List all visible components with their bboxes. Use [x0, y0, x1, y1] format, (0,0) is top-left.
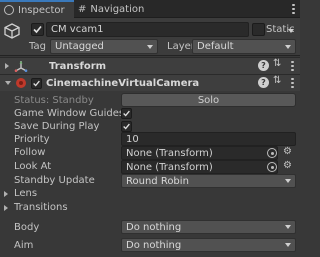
vcam-enabled-checkbox[interactable]: [31, 77, 42, 89]
chevron-down-icon: [285, 225, 291, 229]
priority-value: 10: [126, 133, 139, 145]
chevron-down-icon: [147, 44, 153, 49]
transitions-expand-icon[interactable]: [4, 205, 8, 211]
layer-value: Default: [197, 41, 234, 52]
gear-icon[interactable]: ⚙: [283, 160, 292, 171]
follow-value: None (Transform): [126, 147, 213, 159]
layer-label: Layer: [167, 41, 195, 52]
object-picker-icon[interactable]: [267, 162, 277, 172]
standby-update-label: Standby Update: [14, 175, 95, 186]
look-at-value: None (Transform): [126, 161, 213, 173]
tab-navigation[interactable]: # Navigation: [74, 0, 160, 18]
body-value: Do nothing: [126, 221, 182, 233]
preset-icon[interactable]: ⇅: [273, 58, 281, 69]
object-name-value: CM vcam1: [51, 24, 104, 35]
component-menu-icon[interactable]: [291, 78, 294, 88]
body-dropdown[interactable]: Do nothing: [121, 220, 296, 234]
gear-icon[interactable]: ⚙: [283, 146, 292, 157]
aim-label: Aim: [14, 240, 34, 251]
transform-header[interactable]: Transform: [0, 57, 300, 74]
object-picker-icon[interactable]: [267, 148, 277, 158]
component-menu-icon[interactable]: [291, 61, 294, 71]
expand-arrow-icon: [5, 63, 9, 69]
static-checkbox[interactable]: [252, 23, 265, 36]
game-window-guides-label: Game Window Guides: [14, 108, 125, 119]
tag-value: Untagged: [55, 41, 104, 52]
follow-field[interactable]: None (Transform): [121, 146, 278, 160]
transform-icon: [14, 61, 28, 72]
priority-input[interactable]: 10: [121, 132, 296, 146]
transitions-label[interactable]: Transitions: [14, 202, 68, 213]
chevron-down-icon: [285, 179, 291, 183]
lens-label[interactable]: Lens: [14, 188, 37, 199]
cinemachine-icon: [16, 78, 26, 88]
chevron-down-icon: [285, 243, 291, 247]
priority-label: Priority: [14, 134, 50, 145]
look-at-label: Look At: [14, 161, 52, 172]
object-name-input[interactable]: CM vcam1: [46, 22, 249, 37]
vcam-title: CinemachineVirtualCamera: [46, 77, 200, 89]
transform-title: Transform: [49, 60, 107, 72]
help-icon[interactable]: ?: [258, 60, 269, 71]
aim-dropdown[interactable]: Do nothing: [121, 238, 296, 252]
layer-dropdown[interactable]: Default: [192, 39, 296, 54]
status-label: Status: Standby: [14, 95, 94, 106]
follow-label: Follow: [14, 147, 46, 158]
help-icon[interactable]: ?: [258, 77, 269, 88]
info-icon: [4, 5, 14, 15]
tab-navigation-label: Navigation: [90, 3, 145, 15]
solo-label: Solo: [197, 94, 220, 106]
tab-inspector[interactable]: Inspector: [0, 0, 74, 18]
tag-label: Tag: [29, 41, 46, 52]
active-checkbox[interactable]: [31, 23, 44, 36]
gameobject-cube-icon: [4, 23, 20, 39]
tab-menu-icon[interactable]: [292, 4, 295, 14]
hash-icon: #: [78, 3, 87, 15]
body-label: Body: [14, 222, 40, 233]
save-during-play-label: Save During Play: [14, 121, 100, 132]
chevron-down-icon: [285, 44, 291, 49]
game-window-guides-checkbox[interactable]: [121, 108, 132, 119]
tag-dropdown[interactable]: Untagged: [50, 39, 158, 54]
lens-expand-icon[interactable]: [4, 191, 8, 197]
collapse-arrow-icon: [5, 81, 11, 85]
preset-icon[interactable]: ⇅: [273, 75, 281, 86]
save-during-play-checkbox[interactable]: [121, 121, 132, 132]
look-at-field[interactable]: None (Transform): [121, 160, 278, 174]
aim-value: Do nothing: [126, 239, 182, 251]
standby-update-value: Round Robin: [126, 175, 189, 187]
vcam-header[interactable]: CinemachineVirtualCamera: [0, 74, 300, 91]
standby-update-dropdown[interactable]: Round Robin: [121, 174, 296, 188]
static-dropdown-icon[interactable]: [288, 29, 294, 33]
solo-button[interactable]: Solo: [121, 93, 296, 107]
tab-inspector-label: Inspector: [18, 4, 65, 16]
